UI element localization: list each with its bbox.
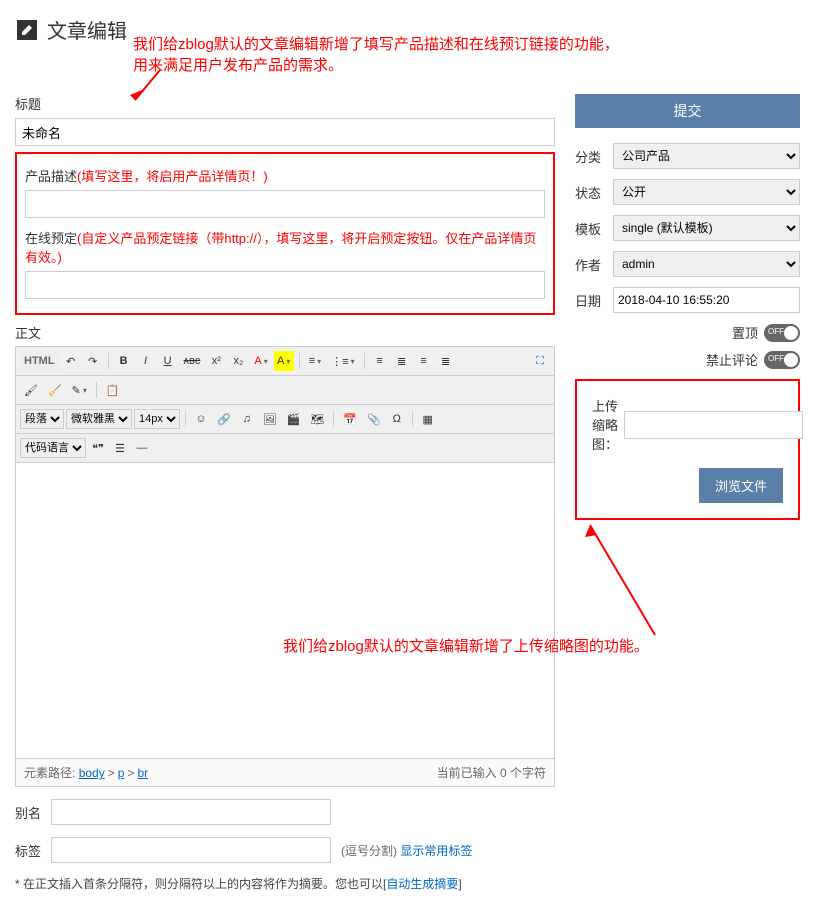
- thumbnail-upload-box: 上传缩略图： 浏览文件: [575, 379, 800, 520]
- path-br[interactable]: br: [137, 766, 148, 780]
- quote-icon[interactable]: ❝❞: [88, 438, 108, 458]
- sticky-toggle[interactable]: OFF: [764, 324, 800, 342]
- date-input[interactable]: [613, 287, 800, 313]
- bold-icon[interactable]: B: [114, 351, 134, 371]
- author-label: 作者: [575, 255, 605, 274]
- category-select[interactable]: 公司产品: [613, 143, 800, 169]
- superscript-icon[interactable]: x²: [206, 351, 226, 371]
- product-desc-input[interactable]: [25, 190, 545, 218]
- auto-summary-link[interactable]: 自动生成摘要: [386, 877, 458, 891]
- annotation-bottom: 我们给zblog默认的文章编辑新增了上传缩略图的功能。: [283, 635, 649, 656]
- path-body[interactable]: body: [79, 766, 105, 780]
- body-label: 正文: [15, 323, 555, 342]
- music-icon[interactable]: ♫: [237, 409, 257, 429]
- paste-icon[interactable]: 📋: [102, 380, 124, 400]
- format-menu-icon[interactable]: ✎: [68, 380, 91, 400]
- browse-file-button[interactable]: 浏览文件: [699, 468, 783, 503]
- attachment-icon[interactable]: 📎: [363, 409, 385, 429]
- redo-icon[interactable]: ↷: [83, 351, 103, 371]
- no-comment-toggle[interactable]: OFF: [764, 351, 800, 369]
- map-icon[interactable]: 🗺: [306, 409, 328, 429]
- code-block-icon[interactable]: ☰: [110, 438, 130, 458]
- align-left-icon[interactable]: ≡: [370, 351, 390, 371]
- word-count: 当前已输入 0 个字符: [437, 764, 546, 781]
- italic-icon[interactable]: I: [136, 351, 156, 371]
- title-input[interactable]: [15, 118, 555, 146]
- no-comment-label: 禁止评论: [706, 350, 758, 369]
- format-paint-icon[interactable]: 🖌: [20, 380, 42, 400]
- bg-color-icon[interactable]: A: [274, 351, 294, 371]
- font-color-icon[interactable]: A: [250, 351, 271, 371]
- editor-footer: 元素路径: body>p>br 当前已输入 0 个字符: [16, 758, 554, 786]
- align-right-icon[interactable]: ≡: [414, 351, 434, 371]
- hr-icon[interactable]: —: [132, 438, 152, 458]
- html-source-button[interactable]: HTML: [20, 351, 59, 371]
- editor-content-area[interactable]: [16, 463, 554, 758]
- title-label: 标题: [15, 94, 555, 113]
- undo-icon[interactable]: ↶: [61, 351, 81, 371]
- fullscreen-icon[interactable]: ⛶: [530, 351, 550, 371]
- editor-toolbar-row-2: 🖌 🧹 ✎ 📋: [16, 376, 554, 405]
- paragraph-select[interactable]: 段落: [20, 409, 64, 429]
- clear-format-icon[interactable]: 🧹: [44, 380, 66, 400]
- thumb-path-input[interactable]: [624, 411, 803, 439]
- font-family-select[interactable]: 微软雅黑: [66, 409, 132, 429]
- align-justify-icon[interactable]: ≣: [436, 351, 456, 371]
- author-select[interactable]: admin: [613, 251, 800, 277]
- thumb-label: 上传缩略图：: [592, 396, 618, 453]
- edit-icon: [15, 18, 39, 42]
- alias-input[interactable]: [51, 799, 331, 825]
- font-size-select[interactable]: 14px: [134, 409, 180, 429]
- unordered-list-icon[interactable]: ⋮≡: [327, 351, 358, 371]
- sticky-label: 置顶: [732, 323, 758, 342]
- template-label: 模板: [575, 219, 605, 238]
- highlighted-fields-box: 产品描述(填写这里，将启用产品详情页！) 在线预定(自定义产品预定链接（带htt…: [15, 152, 555, 315]
- date-icon[interactable]: 📅: [339, 409, 361, 429]
- editor-toolbar-row-3: 段落 微软雅黑 14px ☺ 🔗 ♫ 🖼 🎬 🗺 📅 📎 Ω ▦: [16, 405, 554, 434]
- rich-text-editor: HTML ↶ ↷ B I U ᴀʙᴄ x² x₂ A A ≡ ⋮≡ ≡ ≣ ≡ …: [15, 346, 555, 787]
- annotation-top: 我们给zblog默认的文章编辑新增了填写产品描述和在线预订链接的功能， 用来满足…: [133, 34, 619, 76]
- left-column: 标题 产品描述(填写这里，将启用产品详情页！) 在线预定(自定义产品预定链接（带…: [15, 94, 555, 892]
- show-common-tags-link[interactable]: 显示常用标签: [400, 844, 472, 858]
- product-desc-label: 产品描述(填写这里，将启用产品详情页！): [25, 166, 545, 185]
- table-icon[interactable]: ▦: [418, 409, 438, 429]
- ordered-list-icon[interactable]: ≡: [305, 351, 325, 371]
- underline-icon[interactable]: U: [158, 351, 178, 371]
- right-column: 提交 分类 公司产品 状态 公开 模板 single (默认模板) 作者 adm…: [575, 94, 800, 892]
- template-select[interactable]: single (默认模板): [613, 215, 800, 241]
- page-title: 文章编辑: [47, 15, 127, 44]
- image-icon[interactable]: 🖼: [259, 409, 281, 429]
- align-center-icon[interactable]: ≣: [392, 351, 412, 371]
- status-label: 状态: [575, 183, 605, 202]
- element-path: 元素路径: body>p>br: [24, 764, 148, 781]
- path-p[interactable]: p: [118, 766, 125, 780]
- link-icon[interactable]: 🔗: [213, 409, 235, 429]
- summary-hint: * 在正文插入首条分隔符，则分隔符以上的内容将作为摘要。您也可以[自动生成摘要]: [15, 875, 555, 892]
- date-label: 日期: [575, 291, 605, 310]
- tags-label: 标签: [15, 841, 41, 860]
- special-char-icon[interactable]: Ω: [387, 409, 407, 429]
- tags-hint: (逗号分割) 显示常用标签: [341, 842, 472, 859]
- video-icon[interactable]: 🎬: [283, 409, 305, 429]
- online-booking-input[interactable]: [25, 271, 545, 299]
- code-lang-select[interactable]: 代码语言: [20, 438, 86, 458]
- status-select[interactable]: 公开: [613, 179, 800, 205]
- editor-toolbar-row-1: HTML ↶ ↷ B I U ᴀʙᴄ x² x₂ A A ≡ ⋮≡ ≡ ≣ ≡ …: [16, 347, 554, 376]
- emoji-icon[interactable]: ☺: [191, 409, 211, 429]
- subscript-icon[interactable]: x₂: [228, 351, 248, 371]
- editor-toolbar-row-4: 代码语言 ❝❞ ☰ —: [16, 434, 554, 463]
- tags-input[interactable]: [51, 837, 331, 863]
- submit-button[interactable]: 提交: [575, 94, 800, 128]
- category-label: 分类: [575, 147, 605, 166]
- strikethrough-icon[interactable]: ᴀʙᴄ: [180, 351, 205, 371]
- alias-label: 别名: [15, 803, 41, 822]
- online-booking-label: 在线预定(自定义产品预定链接（带http://），填写这里，将开启预定按钮。仅在…: [25, 228, 545, 266]
